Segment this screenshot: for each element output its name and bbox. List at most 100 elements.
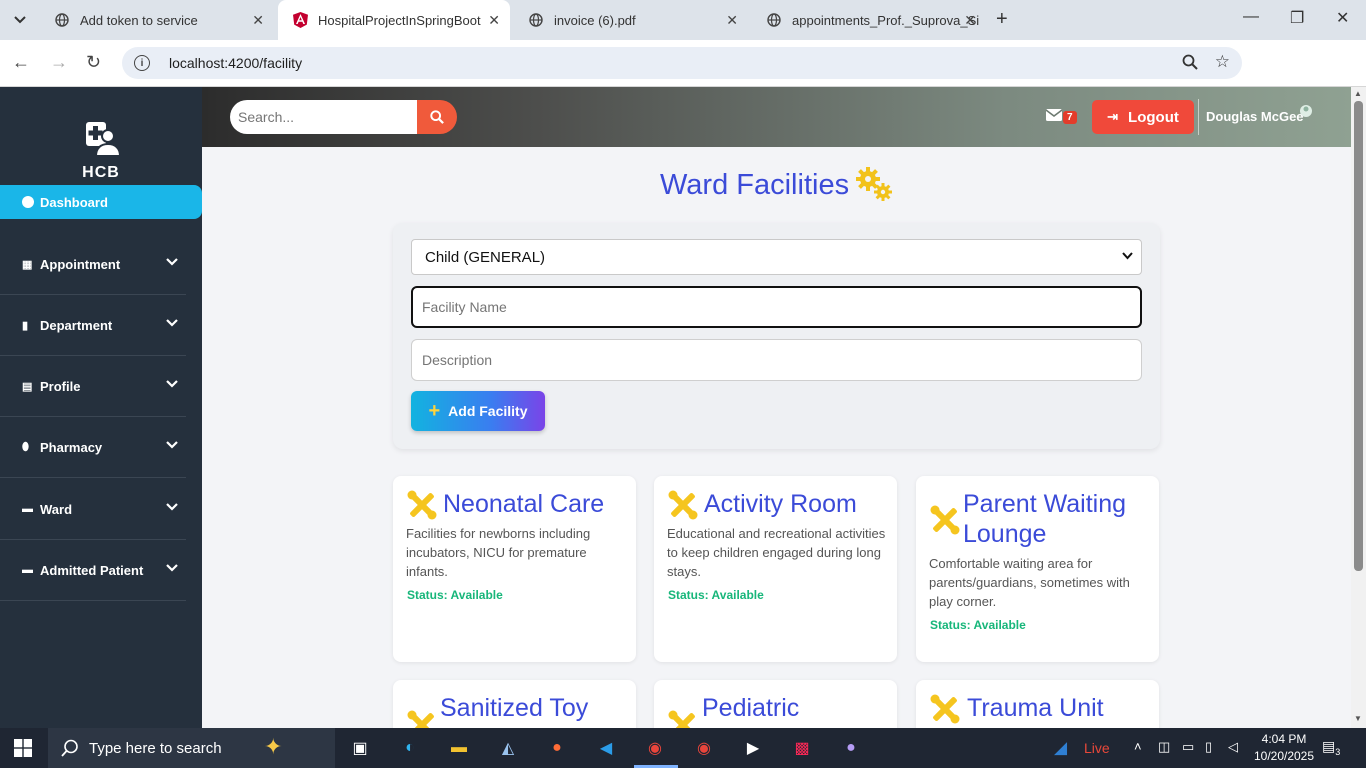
zoom-icon[interactable]	[1182, 54, 1198, 75]
search-button[interactable]	[417, 100, 457, 134]
cursor-app-icon[interactable]: ◭	[496, 736, 520, 760]
user-avatar-icon[interactable]	[1299, 104, 1313, 118]
cricket-live-icon[interactable]: ◢	[1054, 738, 1067, 758]
close-tab-icon[interactable]: ✕	[252, 12, 264, 29]
mail-count-badge: 7	[1063, 111, 1077, 124]
scroll-up-icon[interactable]: ▲	[1354, 89, 1362, 98]
file-explorer-icon[interactable]: ▬	[447, 736, 471, 760]
chevron-down-icon	[14, 16, 26, 24]
facility-name-input[interactable]	[411, 286, 1142, 328]
facility-status: Status: Available	[668, 588, 764, 602]
sidebar-item-profile[interactable]: ▤ Profile	[0, 356, 186, 417]
description-input[interactable]	[411, 339, 1142, 381]
site-info-icon[interactable]: i	[134, 55, 150, 71]
add-facility-label: Add Facility	[448, 403, 528, 419]
sparkle-icon: ✦	[264, 734, 283, 759]
notification-icon[interactable]: ▤3	[1322, 738, 1340, 757]
url-text[interactable]: localhost:4200/facility	[169, 55, 302, 71]
browser-tab-bar: Add token to service ✕ HospitalProjectIn…	[0, 0, 1366, 40]
facility-description: Educational and recreational activities …	[667, 526, 886, 579]
sidebar-item-dashboard[interactable]: Dashboard	[0, 185, 202, 219]
scrollbar-thumb[interactable]	[1354, 101, 1363, 571]
sidebar-item-ward[interactable]: ▬ Ward	[0, 479, 186, 540]
intellij-icon[interactable]: ▩	[790, 736, 814, 760]
chevron-down-icon	[166, 441, 178, 449]
notification-count: 3	[1335, 746, 1341, 757]
sidebar-item-label: Pharmacy	[40, 439, 103, 455]
chevron-down-icon	[1122, 252, 1133, 260]
new-tab-button[interactable]: +	[996, 8, 1008, 31]
close-window-icon[interactable]: ✕	[1336, 8, 1349, 28]
sidebar-item-admitted-patient[interactable]: ▬ Admitted Patient	[0, 540, 186, 601]
tools-icon	[668, 490, 698, 520]
facility-description: Facilities for newborns including incuba…	[406, 526, 591, 579]
address-bar: ← → ↻ i localhost:4200/facility ☆ ⤓ S ⋮	[0, 40, 1366, 114]
clock-date: 10/20/2025	[1253, 749, 1315, 763]
page-scrollbar[interactable]: ▲ ▼	[1351, 87, 1366, 728]
forward-arrow-icon[interactable]: →	[50, 52, 68, 73]
user-name[interactable]: Douglas McGee	[1206, 109, 1304, 124]
facility-title: Sanitized Toy	[440, 694, 589, 722]
battery-icon[interactable]: ▯	[1205, 739, 1212, 755]
chevron-down-icon	[166, 258, 178, 266]
taskbar-search[interactable]: Type here to search ✦	[48, 728, 335, 768]
sidebar-item-appointment[interactable]: ▦ Appointment	[0, 234, 186, 295]
facility-title: Trauma Unit	[967, 694, 1104, 722]
meet-now-icon[interactable]: ◫	[1158, 739, 1170, 755]
tab-title: HospitalProjectInSpringBoot	[318, 12, 481, 28]
sidebar-item-label: Dashboard	[40, 194, 108, 210]
scroll-down-icon[interactable]: ▼	[1354, 714, 1362, 723]
github-icon[interactable]: ●	[839, 736, 863, 760]
restore-icon[interactable]: ❐	[1290, 8, 1304, 28]
browser-tab[interactable]: appointments_Prof._Suprova_Si ✕	[752, 0, 986, 40]
hospital-logo-icon	[86, 122, 120, 156]
mail-icon[interactable]	[1046, 109, 1062, 121]
chevron-up-icon[interactable]: ˄	[1134, 739, 1142, 754]
chrome-profile-icon[interactable]: ◉	[692, 736, 716, 760]
browser-tab[interactable]: invoice (6).pdf ✕	[514, 0, 748, 40]
chevron-down-icon	[166, 380, 178, 388]
video-editor-icon[interactable]: ▶	[741, 736, 765, 760]
network-icon[interactable]: ▭	[1182, 739, 1194, 755]
facility-title: Neonatal Care	[443, 490, 605, 518]
logout-button[interactable]: ⇥ Logout	[1092, 100, 1194, 134]
task-view-icon[interactable]: ▣	[348, 736, 372, 760]
angular-icon	[292, 12, 308, 28]
close-tab-icon[interactable]: ✕	[726, 12, 738, 29]
tools-icon	[407, 710, 434, 728]
sidebar-item-pharmacy[interactable]: ⬮ Pharmacy	[0, 417, 186, 478]
vscode-icon[interactable]: ◀	[594, 736, 618, 760]
sidebar-item-department[interactable]: ▮ Department	[0, 295, 186, 356]
windows-start-icon[interactable]	[14, 739, 32, 757]
taskbar-search-placeholder: Type here to search	[89, 739, 222, 757]
os-taskbar: Type here to search ✦ ▣ ◐ ▬ ◭ ● ◀ ◉ ◉ ▶ …	[0, 728, 1366, 768]
live-label[interactable]: Live	[1084, 740, 1110, 756]
browser-tab-active[interactable]: HospitalProjectInSpringBoot ✕	[278, 0, 510, 40]
taskbar-clock[interactable]: 4:04 PM 10/20/2025	[1250, 731, 1318, 765]
header-divider	[1198, 99, 1199, 135]
close-tab-icon[interactable]: ✕	[488, 12, 500, 29]
chrome-icon[interactable]: ◉	[643, 736, 667, 760]
ward-select-value: Child (GENERAL)	[425, 248, 546, 266]
reload-icon[interactable]: ↻	[86, 52, 101, 73]
close-tab-icon[interactable]: ✕	[964, 12, 976, 29]
clock-time: 4:04 PM	[1261, 732, 1307, 746]
ward-select[interactable]: Child (GENERAL)	[411, 239, 1142, 275]
facility-title: Pediatric	[702, 694, 800, 722]
sidebar-item-label: Admitted Patient	[40, 562, 144, 578]
omnibox[interactable]: i localhost:4200/facility ☆	[122, 47, 1242, 79]
sidebar-item-label: Department	[40, 317, 113, 333]
volume-muted-icon[interactable]: ◁	[1228, 739, 1238, 755]
postman-icon[interactable]: ●	[545, 736, 569, 760]
bookmark-star-icon[interactable]: ☆	[1215, 52, 1230, 72]
back-arrow-icon[interactable]: ←	[12, 52, 30, 73]
search-input[interactable]	[230, 100, 418, 134]
minimize-icon[interactable]: —	[1243, 8, 1259, 26]
add-facility-button[interactable]: + Add Facility	[411, 391, 545, 431]
search-icon	[430, 110, 444, 124]
tools-icon	[407, 490, 437, 520]
browser-tab[interactable]: Add token to service ✕	[40, 0, 274, 40]
tab-search-button[interactable]	[8, 8, 32, 32]
edge-icon[interactable]: ◐	[398, 736, 422, 760]
globe-icon	[766, 12, 782, 28]
